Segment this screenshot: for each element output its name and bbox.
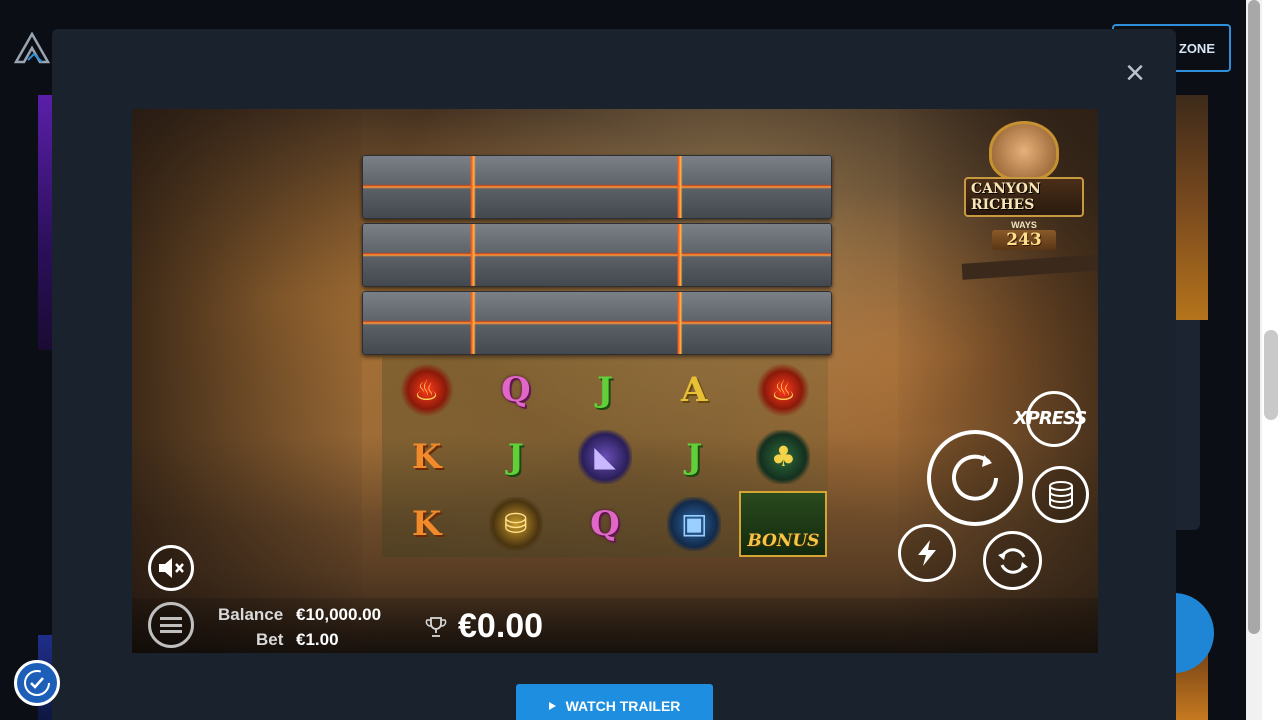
xpress-label: XPRESS xyxy=(1013,407,1088,429)
accessibility-icon xyxy=(24,670,50,696)
autoplay-button[interactable] xyxy=(983,531,1042,590)
side-scroll-handle[interactable] xyxy=(1264,330,1278,420)
reel-symbol: Q xyxy=(500,370,531,411)
autoplay-icon xyxy=(997,547,1028,574)
lantern-icon: ♨ xyxy=(399,363,454,418)
gold-cart-icon: ⛁ xyxy=(488,496,543,551)
accessibility-button[interactable] xyxy=(14,660,60,706)
canary-cage-icon: ♣ xyxy=(756,429,811,484)
coins-icon xyxy=(1048,480,1073,509)
reel-symbol: ♣ xyxy=(739,424,828,491)
reel-symbol: J xyxy=(596,370,614,411)
stone-row xyxy=(362,291,832,355)
trophy-icon xyxy=(425,617,447,637)
background-game-tile xyxy=(1176,95,1208,320)
watch-trailer-button[interactable]: WATCH TRAILER xyxy=(516,684,713,720)
game-logo: CANYON RICHES WAYS 243 xyxy=(964,121,1084,261)
close-icon[interactable]: × xyxy=(1120,56,1150,90)
play-icon xyxy=(548,702,556,710)
reel-symbol: A xyxy=(681,370,708,411)
reel-symbol: BONUS xyxy=(739,490,828,557)
ways-label: WAYS xyxy=(1011,220,1037,230)
boot-icon: ◣ xyxy=(577,429,632,484)
bet-value: €1.00 xyxy=(296,630,339,649)
menu-icon xyxy=(160,617,182,633)
reel-symbol: K xyxy=(411,503,442,544)
watch-trailer-label: WATCH TRAILER xyxy=(565,698,681,714)
reel-symbol: K xyxy=(411,436,442,477)
reel-symbol: ◣ xyxy=(560,424,649,491)
turbo-icon xyxy=(918,540,936,566)
menu-button[interactable] xyxy=(148,602,194,648)
reel-symbol: ♨ xyxy=(739,357,828,424)
game-title: CANYON RICHES xyxy=(964,177,1084,217)
balance-label: Balance xyxy=(218,605,284,624)
bonus-label: BONUS xyxy=(747,530,820,551)
scrollbar-thumb[interactable] xyxy=(1248,0,1260,634)
spin-icon xyxy=(952,454,998,501)
spin-button[interactable] xyxy=(927,430,1023,526)
reel-grid: ♨ Q J A ♨ K J ◣ J ♣ K ⛁ Q ▣ BONUS xyxy=(382,357,828,557)
reel-symbol: J xyxy=(686,436,703,477)
xpress-button[interactable]: XPRESS xyxy=(1013,389,1088,447)
stone-row xyxy=(362,155,832,219)
turbo-button[interactable] xyxy=(898,524,956,582)
mute-icon xyxy=(159,558,184,578)
sound-button[interactable] xyxy=(148,545,194,591)
balance-value: €10,000.00 xyxy=(296,605,382,624)
toolbox-icon: ▣ xyxy=(667,496,722,551)
win-amount: €0.00 xyxy=(458,607,544,645)
bet-label: Bet xyxy=(256,630,284,649)
reel-symbol: J xyxy=(507,436,524,477)
background-panel xyxy=(1176,320,1200,530)
lantern-icon: ♨ xyxy=(756,363,811,418)
miner-portrait xyxy=(989,121,1059,181)
reel-symbol: ♨ xyxy=(382,357,471,424)
stone-row xyxy=(362,223,832,287)
reel-symbol: Q xyxy=(590,503,620,544)
bet-coins-button[interactable] xyxy=(1032,466,1089,523)
stone-blocks xyxy=(362,155,832,355)
ways-count: 243 xyxy=(992,230,1056,250)
reel-symbol: ▣ xyxy=(650,490,739,557)
scrollbar[interactable] xyxy=(1246,0,1262,720)
bonus-symbol: BONUS xyxy=(739,490,828,557)
site-logo[interactable] xyxy=(14,30,50,66)
reel-symbol: ⛁ xyxy=(471,490,560,557)
game-canvas[interactable]: ♨ Q J A ♨ K J ◣ J ♣ K ⛁ Q ▣ BONUS CANYON… xyxy=(132,109,1098,653)
